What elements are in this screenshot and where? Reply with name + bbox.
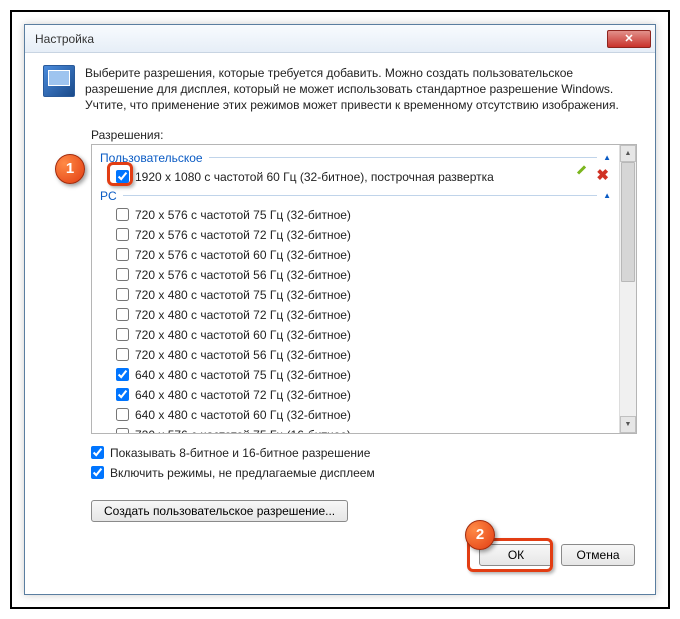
callout-badge-2: 2 — [465, 520, 495, 550]
group-label: Пользовательское — [100, 151, 203, 165]
resolution-checkbox[interactable] — [116, 308, 129, 321]
callout-badge-1: 1 — [55, 154, 85, 184]
resolutions-listbox[interactable]: Пользовательское ▲ 1920 x 1080 с частото… — [91, 144, 637, 434]
resolution-checkbox[interactable] — [116, 228, 129, 241]
options-block: Показывать 8-битное и 16-битное разрешен… — [91, 446, 637, 486]
intro-block: Выберите разрешения, которые требуется д… — [43, 65, 637, 114]
ok-button[interactable]: ОК — [479, 544, 553, 566]
delete-icon[interactable]: ✖ — [596, 170, 609, 184]
edit-icon[interactable] — [576, 170, 590, 184]
chevron-up-icon[interactable]: ▲ — [603, 191, 611, 200]
resolution-row[interactable]: 720 x 480 с частотой 60 Гц (32-битное) — [92, 325, 619, 345]
scroll-track[interactable] — [620, 162, 636, 416]
resolution-label: 1920 x 1080 с частотой 60 Гц (32-битное)… — [135, 170, 570, 184]
scroll-up-button[interactable]: ▲ — [620, 145, 636, 162]
resolution-label: 720 x 576 с частотой 72 Гц (32-битное) — [135, 228, 611, 242]
group-header-custom[interactable]: Пользовательское ▲ — [92, 149, 619, 167]
content-area: Выберите разрешения, которые требуется д… — [25, 53, 655, 594]
window-title: Настройка — [35, 32, 607, 46]
chevron-up-icon[interactable]: ▲ — [603, 153, 611, 162]
resolution-checkbox[interactable] — [116, 428, 129, 433]
resolution-checkbox[interactable] — [116, 268, 129, 281]
titlebar: Настройка ✕ — [25, 25, 655, 53]
option-show-8-16-bit[interactable]: Показывать 8-битное и 16-битное разрешен… — [91, 446, 637, 460]
group-label: PC — [100, 189, 117, 203]
create-custom-wrap: Создать пользовательское разрешение... — [91, 500, 637, 522]
screenshot-frame: Настройка ✕ Выберите разрешения, которые… — [10, 10, 670, 609]
resolution-row[interactable]: 640 x 480 с частотой 72 Гц (32-битное) — [92, 385, 619, 405]
resolution-checkbox[interactable] — [116, 328, 129, 341]
resolution-row[interactable]: 720 x 480 с частотой 56 Гц (32-битное) — [92, 345, 619, 365]
resolution-checkbox[interactable] — [116, 208, 129, 221]
resolution-checkbox[interactable] — [116, 170, 129, 183]
footer-buttons: 2 ОК Отмена — [43, 544, 637, 566]
cancel-button[interactable]: Отмена — [561, 544, 635, 566]
vertical-scrollbar[interactable]: ▲ ▼ — [619, 145, 636, 433]
resolution-label: 720 x 480 с частотой 60 Гц (32-битное) — [135, 328, 611, 342]
close-icon: ✕ — [624, 32, 633, 45]
resolution-label: 640 x 480 с частотой 75 Гц (32-битное) — [135, 368, 611, 382]
dialog-window: Настройка ✕ Выберите разрешения, которые… — [24, 24, 656, 595]
resolution-label: 720 x 576 с частотой 56 Гц (32-битное) — [135, 268, 611, 282]
resolution-label: 640 x 480 с частотой 72 Гц (32-битное) — [135, 388, 611, 402]
resolution-row[interactable]: 720 x 576 с частотой 56 Гц (32-битное) — [92, 265, 619, 285]
resolution-checkbox[interactable] — [116, 288, 129, 301]
resolution-row[interactable]: 720 x 576 с частотой 75 Гц (16-битное) — [92, 425, 619, 433]
resolution-label: 720 x 576 с частотой 75 Гц (16-битное) — [135, 428, 611, 433]
listbox-wrap: 1 Пользовательское ▲ 1920 x 1080 с часто… — [91, 144, 637, 434]
option-label: Показывать 8-битное и 16-битное разрешен… — [110, 446, 370, 460]
resolution-label: 720 x 576 с частотой 60 Гц (32-битное) — [135, 248, 611, 262]
list-inner: Пользовательское ▲ 1920 x 1080 с частото… — [92, 145, 619, 433]
monitor-icon — [43, 65, 75, 97]
resolution-row[interactable]: 640 x 480 с частотой 60 Гц (32-битное) — [92, 405, 619, 425]
resolution-checkbox[interactable] — [116, 388, 129, 401]
resolution-label: 640 x 480 с частотой 60 Гц (32-битное) — [135, 408, 611, 422]
resolution-row[interactable]: 720 x 480 с частотой 72 Гц (32-битное) — [92, 305, 619, 325]
scroll-thumb[interactable] — [621, 162, 635, 282]
group-header-pc[interactable]: PC ▲ — [92, 187, 619, 205]
resolution-row[interactable]: 720 x 576 с частотой 75 Гц (32-битное) — [92, 205, 619, 225]
option-label: Включить режимы, не предлагаемые дисплее… — [110, 466, 375, 480]
resolution-label: 720 x 480 с частотой 56 Гц (32-битное) — [135, 348, 611, 362]
resolution-label: 720 x 480 с частотой 75 Гц (32-битное) — [135, 288, 611, 302]
resolution-checkbox[interactable] — [116, 408, 129, 421]
resolution-row[interactable]: 720 x 480 с частотой 75 Гц (32-битное) — [92, 285, 619, 305]
create-custom-resolution-button[interactable]: Создать пользовательское разрешение... — [91, 500, 348, 522]
pc-resolution-list: 720 x 576 с частотой 75 Гц (32-битное) 72… — [92, 205, 619, 433]
resolution-row[interactable]: 720 x 576 с частотой 72 Гц (32-битное) — [92, 225, 619, 245]
resolution-checkbox[interactable] — [116, 368, 129, 381]
scroll-down-button[interactable]: ▼ — [620, 416, 636, 433]
resolution-row[interactable]: 640 x 480 с частотой 75 Гц (32-битное) — [92, 365, 619, 385]
option-checkbox[interactable] — [91, 446, 104, 459]
resolution-label: 720 x 576 с частотой 75 Гц (32-битное) — [135, 208, 611, 222]
resolution-row[interactable]: 720 x 576 с частотой 60 Гц (32-битное) — [92, 245, 619, 265]
close-button[interactable]: ✕ — [607, 30, 651, 48]
resolution-checkbox[interactable] — [116, 248, 129, 261]
resolution-row-custom[interactable]: 1920 x 1080 с частотой 60 Гц (32-битное)… — [92, 167, 619, 187]
resolutions-label: Разрешения: — [91, 128, 637, 142]
intro-text: Выберите разрешения, которые требуется д… — [85, 65, 637, 114]
resolution-label: 720 x 480 с частотой 72 Гц (32-битное) — [135, 308, 611, 322]
option-checkbox[interactable] — [91, 466, 104, 479]
option-include-unsupported[interactable]: Включить режимы, не предлагаемые дисплее… — [91, 466, 637, 480]
resolution-checkbox[interactable] — [116, 348, 129, 361]
